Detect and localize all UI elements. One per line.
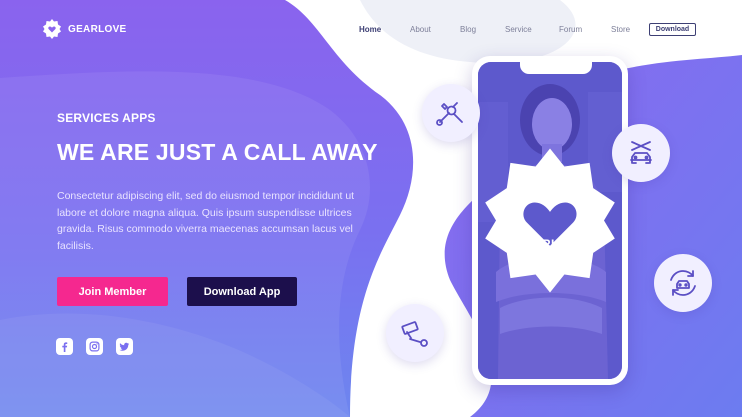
nav-download-button[interactable]: Download (649, 23, 696, 36)
social-links (56, 338, 133, 355)
nav-forum[interactable]: Forum (559, 23, 582, 37)
gear-heart-icon (485, 148, 615, 293)
nav-service[interactable]: Service (505, 23, 532, 37)
facebook-icon[interactable] (56, 338, 73, 355)
instagram-icon[interactable] (86, 338, 103, 355)
twitter-icon[interactable] (116, 338, 133, 355)
phone-app-name: GEARLOVE (515, 237, 585, 251)
phone-mockup: GEARLOVE (472, 56, 628, 385)
hero-description: Consectetur adipiscing elit, sed do eius… (57, 190, 355, 252)
tools-icon (436, 102, 463, 126)
nav-home[interactable]: Home (359, 23, 381, 37)
feature-car-sync (654, 254, 712, 312)
paint-roller-icon (401, 321, 428, 347)
feature-car-repair (612, 124, 670, 182)
feature-tools (422, 84, 480, 142)
feature-paint (386, 304, 444, 362)
join-member-button[interactable]: Join Member (57, 277, 168, 306)
top-navigation: Home About Blog Service Forum Store Down… (0, 23, 742, 37)
hero-headline: WE ARE JUST A CALL AWAY (57, 139, 378, 165)
car-sync-icon (670, 270, 696, 296)
car-repair-icon (630, 141, 652, 164)
phone-screen: GEARLOVE (478, 62, 622, 379)
nav-store[interactable]: Store (611, 23, 630, 37)
download-app-button[interactable]: Download App (187, 277, 297, 306)
nav-blog[interactable]: Blog (460, 23, 476, 37)
hero-eyebrow: SERVICES APPS (57, 111, 156, 125)
nav-about[interactable]: About (410, 23, 431, 37)
